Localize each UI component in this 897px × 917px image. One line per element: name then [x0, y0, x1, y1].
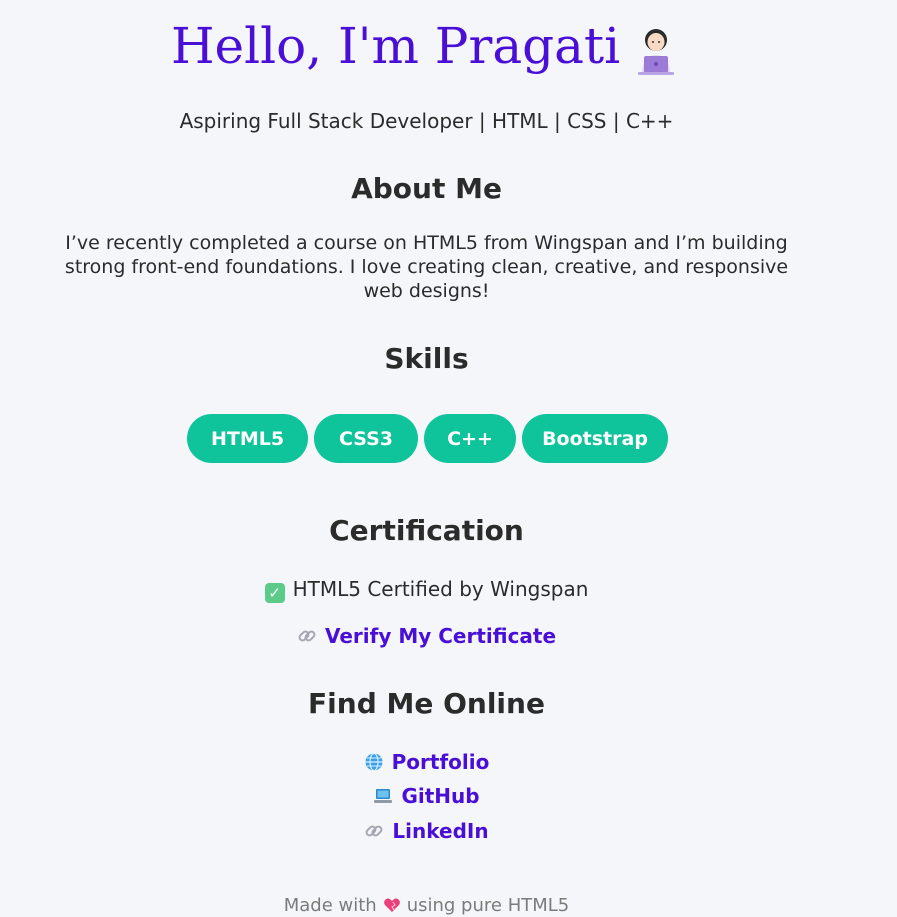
linkedin-link[interactable]: LinkedIn [392, 819, 488, 843]
heart-icon [383, 896, 401, 914]
find-online-heading: Find Me Online [308, 687, 545, 720]
woman-technologist-icon [630, 24, 682, 76]
subtitle: Aspiring Full Stack Developer | HTML | C… [179, 109, 674, 133]
footer-text-after: using pure HTML5 [406, 895, 570, 916]
check-mark-icon: ✓ [264, 583, 285, 603]
skill-pill-bootstrap: Bootstrap [522, 414, 668, 463]
link-icon [297, 625, 317, 645]
github-link[interactable]: GitHub [401, 784, 479, 808]
globe-icon [364, 751, 384, 772]
skills-heading: Skills [384, 342, 469, 375]
certification-text: HTML5 Certified by Wingspan [292, 577, 589, 601]
about-heading: About Me [351, 172, 502, 205]
linkedin-line: LinkedIn [0, 817, 853, 845]
footer: Made with using pure HTML5 [0, 893, 853, 917]
footer-text-before: Made with [283, 895, 377, 916]
about-text: I’ve recently completed a course on HTML… [64, 232, 789, 302]
github-line: GitHub [0, 782, 853, 810]
skill-pill-css3: CSS3 [314, 414, 418, 463]
skills-list: HTML5 CSS3 C++ Bootstrap [187, 414, 668, 463]
laptop-icon [373, 785, 393, 805]
portfolio-link[interactable]: Portfolio [392, 750, 490, 774]
verify-certificate-link[interactable]: Verify My Certificate [325, 624, 556, 648]
page-title-text: Hello, I'm Pragati [170, 17, 621, 75]
link-icon [364, 820, 384, 840]
verify-line: Verify My Certificate [0, 622, 853, 650]
skill-pill-html5: HTML5 [187, 414, 308, 463]
portfolio-page: Hello, I'm Pragati Aspiring Full Stack D… [0, 0, 897, 917]
portfolio-line: Portfolio [0, 748, 853, 776]
skill-pill-cpp: C++ [424, 414, 516, 463]
page-title: Hello, I'm Pragati [0, 10, 853, 82]
certification-heading: Certification [329, 514, 524, 547]
certification-line: ✓ HTML5 Certified by Wingspan [0, 576, 853, 603]
